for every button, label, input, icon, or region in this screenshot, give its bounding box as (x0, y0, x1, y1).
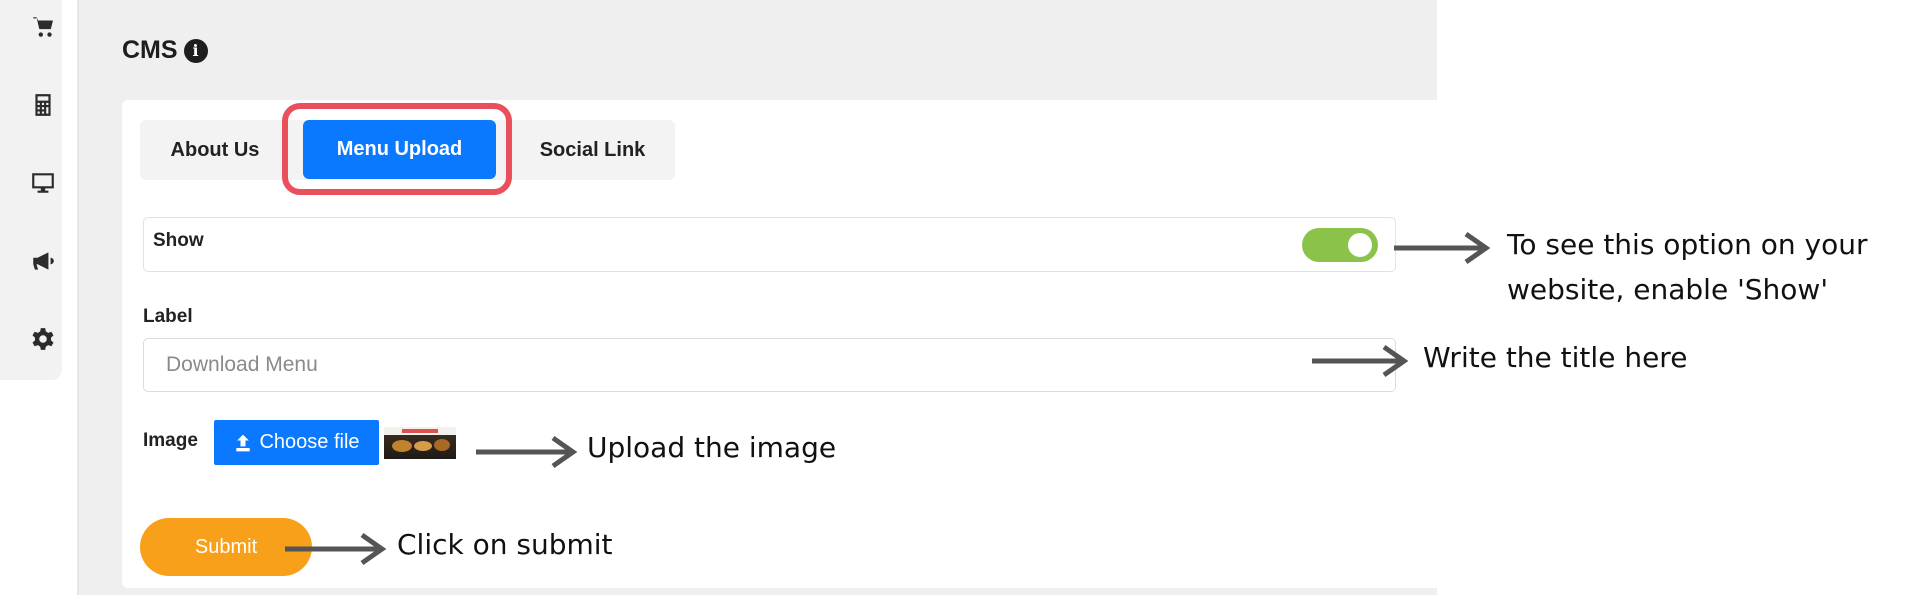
label-field-label: Label (143, 306, 193, 327)
tab-social-link[interactable]: Social Link (520, 120, 665, 180)
calculator-icon[interactable] (26, 88, 60, 122)
gear-icon[interactable] (26, 322, 60, 356)
annotation-title: Write the title here (1423, 341, 1688, 374)
tab-highlight-box (282, 103, 512, 195)
page-title: CMS i (122, 36, 208, 65)
annotation-submit: Click on submit (397, 528, 613, 561)
arrow-title (1312, 344, 1409, 378)
show-label: Show (153, 230, 204, 251)
label-input[interactable] (143, 338, 1396, 392)
arrow-show (1394, 231, 1491, 265)
arrow-image (476, 435, 578, 469)
annotation-show-line1: To see this option on your (1507, 228, 1868, 261)
monitor-icon[interactable] (26, 166, 60, 200)
tab-about-us[interactable]: About Us (140, 120, 290, 180)
sidebar (0, 0, 62, 380)
image-thumbnail (384, 427, 456, 459)
choose-file-button[interactable]: Choose file (214, 420, 379, 465)
image-label: Image (143, 430, 198, 451)
show-toggle[interactable] (1302, 228, 1378, 262)
toggle-knob (1348, 233, 1372, 257)
annotation-show-line2: website, enable 'Show' (1507, 273, 1829, 306)
info-icon[interactable]: i (183, 38, 208, 63)
megaphone-icon[interactable] (26, 244, 60, 278)
arrow-submit (285, 532, 387, 566)
show-row (143, 217, 1396, 272)
choose-file-label: Choose file (259, 431, 360, 453)
cart-icon[interactable] (26, 10, 60, 44)
annotation-image: Upload the image (587, 431, 837, 464)
page-title-text: CMS (122, 36, 178, 64)
upload-icon (236, 434, 251, 451)
